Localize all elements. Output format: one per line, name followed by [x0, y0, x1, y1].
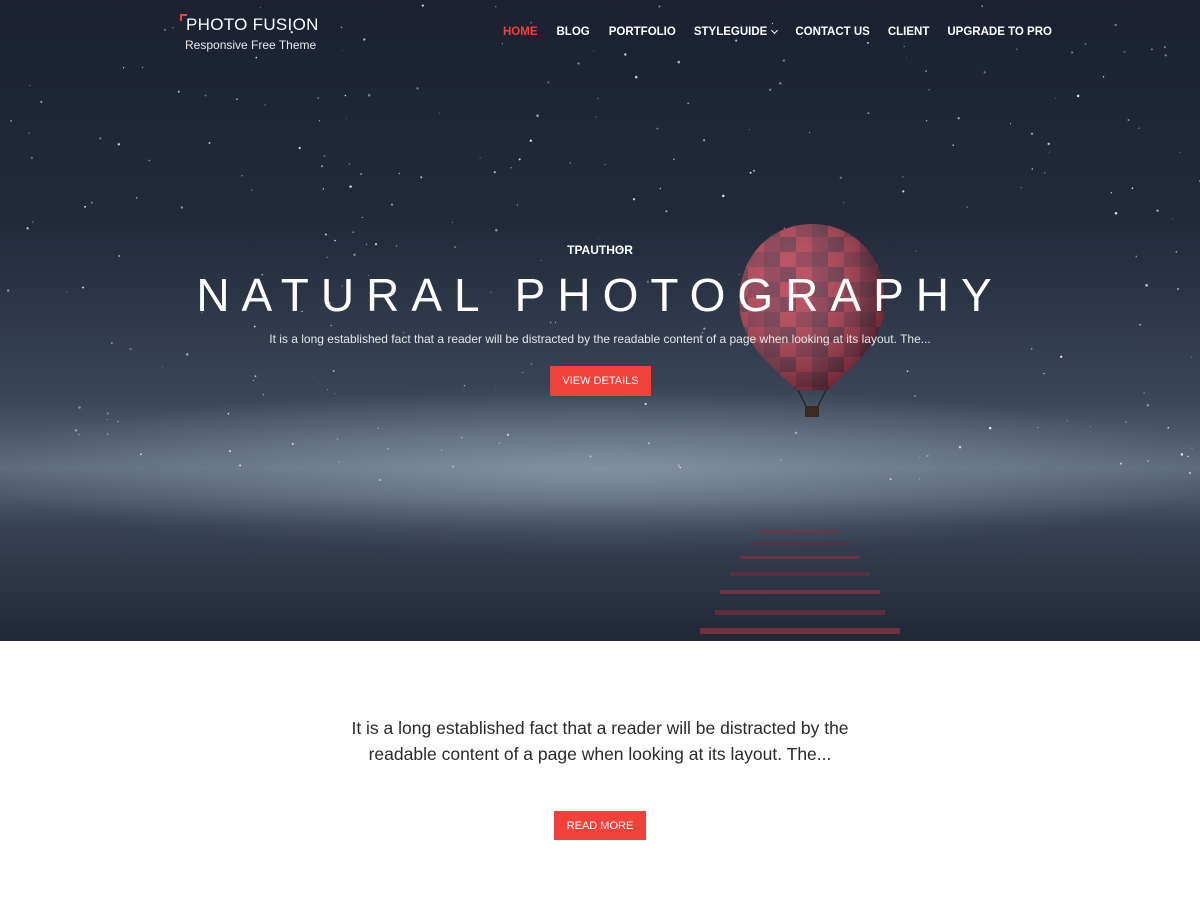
main-navigation: HOME BLOG PORTFOLIO STYLEGUIDE CONTACT U… [503, 26, 1052, 38]
chevron-down-icon [771, 26, 779, 35]
site-tagline: Responsive Free Theme [185, 38, 317, 52]
intro-excerpt: It is a long established fact that a rea… [351, 718, 849, 764]
site-title[interactable]: PHOTO FUSION [186, 15, 319, 35]
hero-author: TPAUTHOR [567, 243, 633, 257]
nav-item-home[interactable]: HOME [503, 26, 538, 38]
nav-item-upgrade-to-pro[interactable]: UPGRADE TO PRO [947, 26, 1052, 38]
balloon-reflection [700, 530, 900, 634]
view-details-button[interactable]: VIEW DETAILS [550, 366, 651, 396]
hero-title: NATURAL PHOTOGRAPHY [196, 269, 1004, 321]
water-surface [0, 500, 1200, 641]
read-more-button[interactable]: READ MORE [554, 811, 646, 840]
nav-item-contact-us[interactable]: CONTACT US [795, 26, 870, 38]
nav-item-styleguide-label: STYLEGUIDE [693, 26, 768, 38]
nav-item-styleguide[interactable]: STYLEGUIDE [693, 26, 779, 38]
nav-item-blog[interactable]: BLOG [557, 26, 590, 38]
hero-description: It is a long established fact that a rea… [269, 332, 931, 346]
hero-banner: PHOTO FUSION Responsive Free Theme HOME … [0, 0, 1200, 641]
nav-item-client[interactable]: CLIENT [888, 26, 930, 38]
nav-item-portfolio[interactable]: PORTFOLIO [609, 26, 676, 38]
